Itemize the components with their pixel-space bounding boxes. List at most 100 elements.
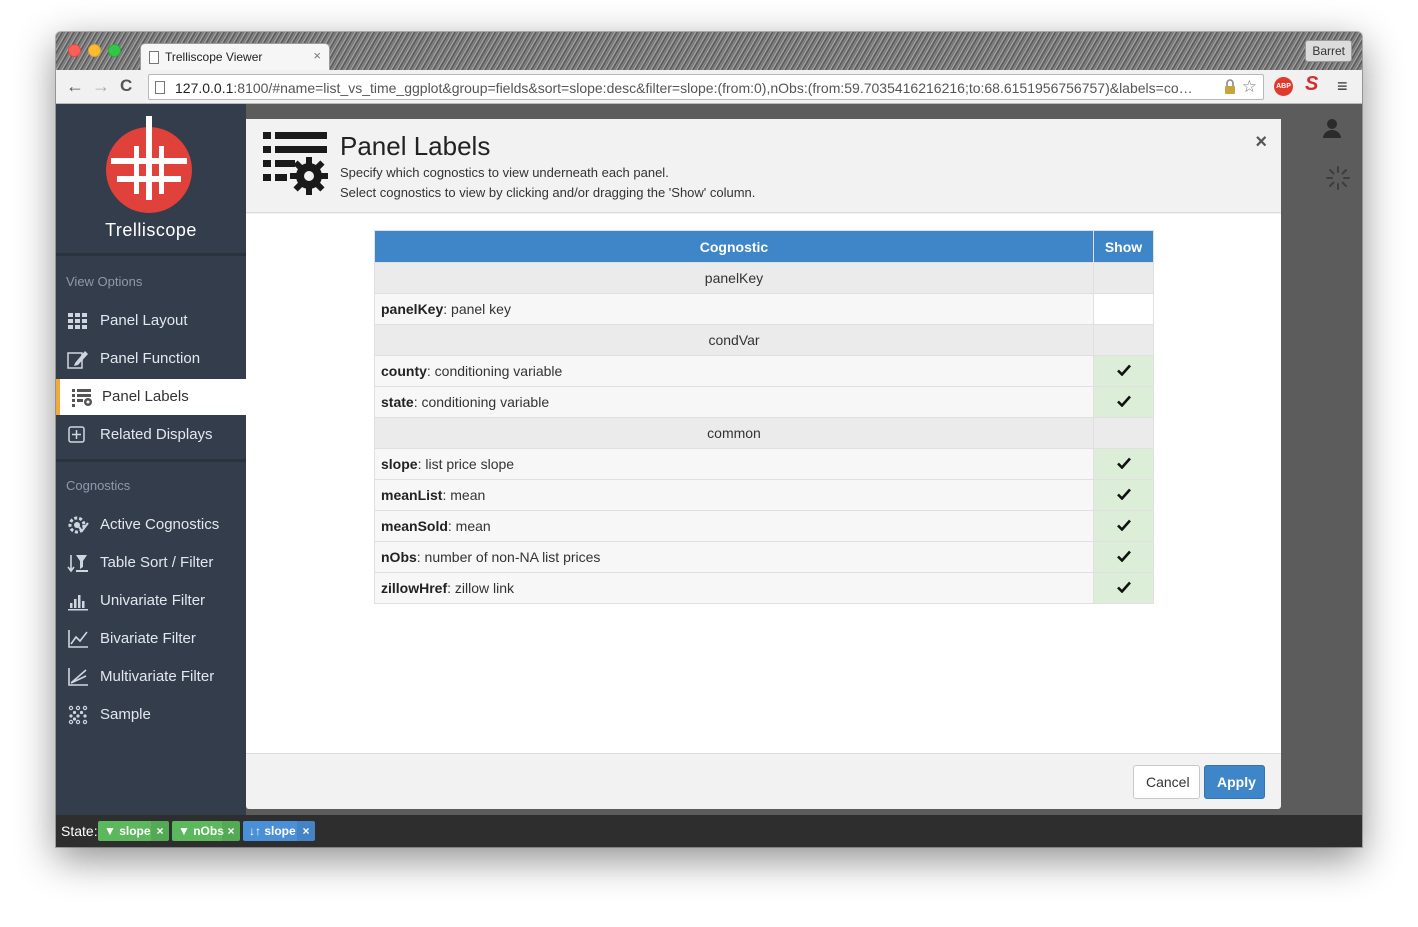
filter-chip-slope[interactable]: ▼ slope × [98,821,169,841]
show-toggle-cell[interactable] [1093,293,1154,325]
column-header-show[interactable]: Show [1093,230,1154,263]
table-row: panelKey: panel key [374,293,1154,325]
remove-chip-icon[interactable]: × [297,821,315,841]
group-show-cell[interactable] [1093,417,1154,449]
cognostics-heading: Cognostics [66,478,131,493]
browser-window: Trelliscope Viewer × Barret ← → C 127.0.… [56,32,1362,847]
group-show-cell[interactable] [1093,262,1154,294]
reload-icon[interactable]: C [120,76,132,96]
sidebar-item-related-displays[interactable]: Related Displays [56,417,246,453]
group-row: panelKey [374,262,1154,294]
cognostic-name-cell: slope: list price slope [374,448,1094,480]
table-row: zillowHref: zillow link [374,572,1154,604]
sidebar-item-panel-labels[interactable]: Panel Labels [56,379,246,415]
bookmark-star-icon[interactable]: ☆ [1242,77,1257,97]
bar-chart-icon [68,595,88,611]
show-toggle-cell[interactable] [1093,510,1154,542]
cognostic-name-cell: panelKey: panel key [374,293,1094,325]
sidebar-item-bivariate-filter[interactable]: Bivariate Filter [56,621,246,657]
sidebar-item-univariate-filter[interactable]: Univariate Filter [56,583,246,619]
browser-tab[interactable]: Trelliscope Viewer × [140,43,330,71]
sidebar-item-label: Multivariate Filter [100,668,215,685]
sidebar-item-panel-function[interactable]: Panel Function [56,341,246,377]
line-chart-icon [68,630,88,648]
sidebar-item-sample[interactable]: Sample [56,697,246,733]
group-row: common [374,417,1154,449]
filter-chip-nobs[interactable]: ▼ nObs × [172,821,240,841]
cognostics-table: Cognostic Show panelKey panelKey: panel … [374,230,1154,604]
close-window-button[interactable] [68,44,81,57]
dialog-body: Cognostic Show panelKey panelKey: panel … [246,214,1281,753]
page-icon [149,51,159,64]
group-show-cell[interactable] [1093,324,1154,356]
sidebar-item-label: Table Sort / Filter [100,554,214,571]
app-area: Trelliscope View Options Panel Layout Pa… [56,104,1362,815]
sidebar-item-label: Panel Labels [102,388,189,405]
show-toggle-cell[interactable] [1093,448,1154,480]
browser-toolbar: ← → C 127.0.0.1:8100/#name=list_vs_time_… [56,70,1362,104]
cognostic-name-cell: state: conditioning variable [374,386,1094,418]
user-icon[interactable] [1322,118,1342,138]
group-label: condVar [374,324,1094,356]
show-toggle-cell[interactable] [1093,386,1154,418]
group-row: condVar [374,324,1154,356]
apply-button[interactable]: Apply [1204,765,1265,799]
sort-chip-slope[interactable]: ↓↑ slope × [243,821,315,841]
remove-chip-icon[interactable]: × [151,821,169,841]
sidebar-item-label: Active Cognostics [100,516,220,533]
labels-icon [72,389,92,407]
sidebar-item-panel-layout[interactable]: Panel Layout [56,303,246,339]
cognostic-name-cell: zillowHref: zillow link [374,572,1094,604]
sidebar-item-multivariate-filter[interactable]: Multivariate Filter [56,659,246,695]
check-icon [1116,395,1131,407]
cancel-button[interactable]: Cancel [1133,765,1200,799]
column-header-cognostic: Cognostic [374,230,1094,263]
page-icon [155,81,165,94]
panel-labels-dialog: Panel Labels Specify which cognostics to… [246,119,1281,809]
cognostic-name-cell: meanSold: mean [374,510,1094,542]
check-icon [1116,457,1131,469]
app-name: Trelliscope [105,220,197,240]
check-icon [1116,488,1131,500]
dialog-instructions: Select cognostics to view by clicking an… [340,185,756,200]
show-toggle-cell[interactable] [1093,572,1154,604]
url-text: 127.0.0.1:8100/#name=list_vs_time_ggplot… [175,80,1193,96]
show-toggle-cell[interactable] [1093,479,1154,511]
lock-icon[interactable] [1223,79,1237,98]
back-icon[interactable]: ← [66,76,84,96]
menu-icon[interactable]: ≡ [1337,76,1348,97]
minimize-window-button[interactable] [88,44,101,57]
cognostic-name-cell: county: conditioning variable [374,355,1094,387]
trelliscope-logo [106,116,192,213]
sidebar-item-table-sort-filter[interactable]: Table Sort / Filter [56,545,246,581]
cogs-check-icon [68,516,89,534]
sidebar-item-label: Panel Function [100,350,201,367]
check-icon [1116,550,1131,562]
cognostic-name-cell: meanList: mean [374,479,1094,511]
sidebar-item-label: Panel Layout [100,312,188,329]
extension-s-icon[interactable]: S [1305,73,1318,96]
sidebar: Trelliscope View Options Panel Layout Pa… [56,104,246,815]
table-header-row: Cognostic Show [374,230,1154,263]
show-toggle-cell[interactable] [1093,541,1154,573]
loading-spinner-icon [1326,166,1350,190]
table-row: nObs: number of non-NA list prices [374,541,1154,573]
remove-chip-icon[interactable]: × [222,821,240,841]
state-label: State: [61,823,98,839]
dialog-title: Panel Labels [340,131,491,161]
state-bar: State: ▼ slope × ▼ nObs × ↓↑ slope × [56,815,1362,847]
adblock-icon[interactable]: ABP [1274,77,1293,96]
table-row: meanSold: mean [374,510,1154,542]
show-toggle-cell[interactable] [1093,355,1154,387]
table-row: state: conditioning variable [374,386,1154,418]
tab-close-icon[interactable]: × [313,48,321,63]
close-icon[interactable]: × [1255,131,1267,154]
dialog-header: Panel Labels Specify which cognostics to… [246,119,1281,213]
zoom-window-button[interactable] [108,44,121,57]
sidebar-item-active-cognostics[interactable]: Active Cognostics [56,507,246,543]
forward-icon[interactable]: → [92,76,110,96]
dots-grid-icon [68,705,88,725]
address-bar[interactable]: 127.0.0.1:8100/#name=list_vs_time_ggplot… [148,74,1264,100]
profile-button[interactable]: Barret [1305,40,1352,62]
table-row: slope: list price slope [374,448,1154,480]
